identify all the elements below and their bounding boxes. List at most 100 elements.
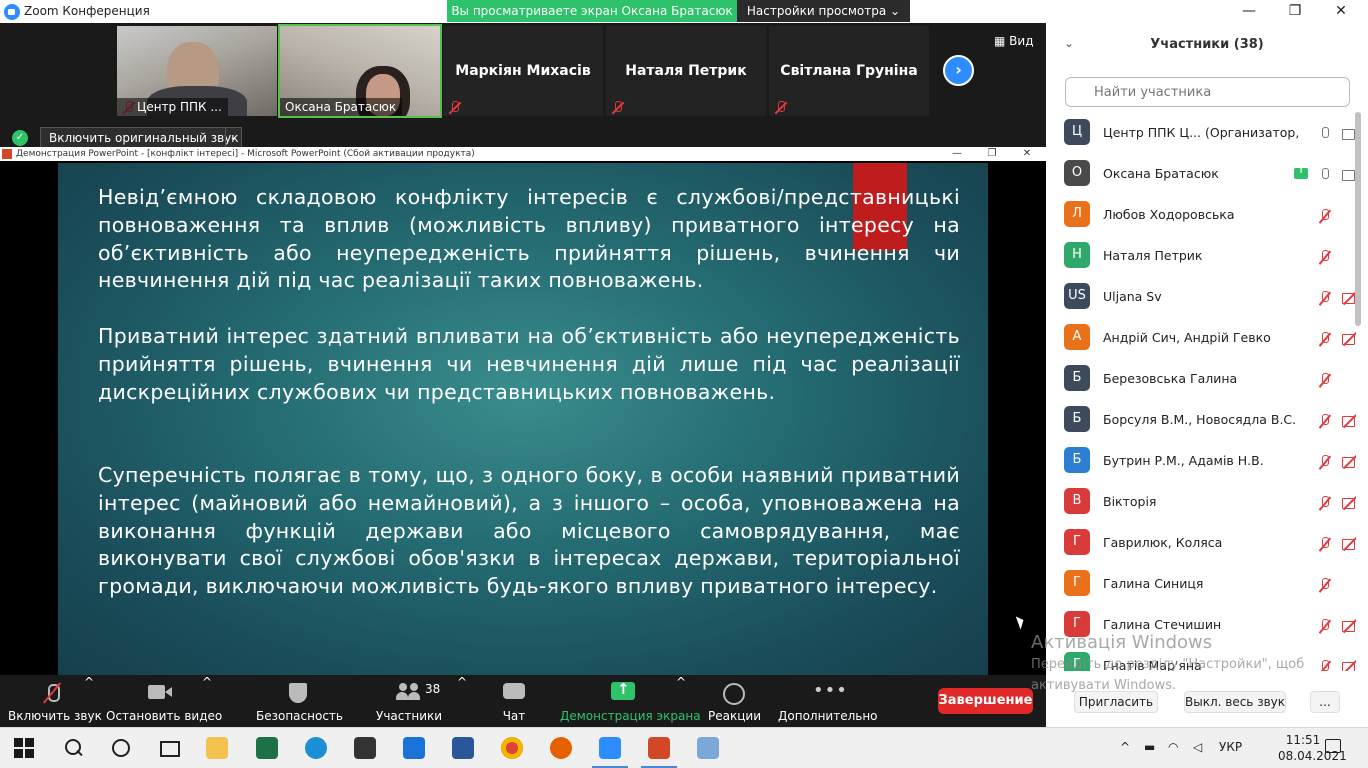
mail-icon[interactable] <box>403 737 425 759</box>
close-button[interactable]: ✕ <box>1318 0 1364 23</box>
tray-arrow-icon[interactable]: ^ <box>1120 740 1130 768</box>
paint-icon[interactable] <box>697 737 719 759</box>
mic-icon <box>1318 127 1332 141</box>
more-button[interactable]: ••• Дополнительно <box>778 675 878 727</box>
view-button[interactable]: ▦ Вид <box>994 34 1033 48</box>
watermark-line-2: активувати Windows. <box>1031 678 1177 693</box>
original-sound-button[interactable]: Включить оригинальный звук ⌄ <box>40 127 242 149</box>
window-title: Zoom Конференция <box>24 4 150 18</box>
tile-name: Світлана Груніна <box>780 63 918 79</box>
participant-row[interactable]: Ц Центр ППК Ц... (Организатор, я) <box>1046 115 1356 156</box>
avatar: В <box>1064 488 1090 514</box>
avatar: Г <box>1064 570 1090 596</box>
view-settings-button[interactable]: Настройки просмотра ⌄ <box>737 0 910 22</box>
powerpoint-title-bar: Демонстрация PowerPoint - [конфлікт інте… <box>0 147 1046 161</box>
participant-row[interactable]: Г Галина Синиця <box>1046 566 1356 607</box>
avatar: Б <box>1064 447 1090 473</box>
video-off-icon <box>1342 619 1356 633</box>
zoom-window: Zoom Конференция Вы просматриваете экран… <box>0 0 1368 768</box>
volume-icon[interactable]: ◁ <box>1193 740 1202 768</box>
edge-icon[interactable] <box>305 737 327 759</box>
powerpoint-taskbar-icon[interactable] <box>648 737 670 759</box>
avatar: Ц <box>1064 119 1090 145</box>
task-view-icon[interactable] <box>158 737 180 759</box>
muted-mic-icon <box>1318 455 1332 469</box>
language-indicator[interactable]: УКР <box>1219 740 1242 768</box>
screen-share-icon <box>1294 165 1308 179</box>
participant-row[interactable]: Г Гаврилюк, Коляса <box>1046 525 1356 566</box>
wifi-icon[interactable]: ◠ <box>1168 740 1178 768</box>
muted-mic-icon <box>1318 414 1332 428</box>
presentation-slide: Невід’ємною складовою конфлікту інтересі… <box>58 163 988 675</box>
participant-row[interactable]: Л Любов Ходоровська <box>1046 197 1356 238</box>
chat-button[interactable]: Чат <box>494 675 534 727</box>
ppt-close-button: ✕ <box>1022 148 1032 159</box>
avatar: А <box>1064 324 1090 350</box>
video-tile-markiian[interactable]: Маркіян Михасів <box>443 26 603 116</box>
video-camera-icon <box>1342 127 1356 141</box>
participant-name: Борсуля В.М., Новосядла В.С. <box>1103 412 1297 427</box>
word-icon[interactable] <box>452 737 474 759</box>
chevron-down-icon[interactable]: ⌄ <box>225 128 241 148</box>
battery-icon[interactable]: ▬ <box>1144 740 1155 768</box>
grid-icon: ▦ <box>994 34 1010 48</box>
muted-mic-icon <box>611 101 624 114</box>
share-screen-button[interactable]: Демонстрация экрана <box>560 675 701 727</box>
participants-options-caret[interactable]: ^ <box>457 675 467 727</box>
muted-mic-icon <box>1318 537 1332 551</box>
video-off-icon <box>1342 414 1356 428</box>
video-tile-natalia[interactable]: Наталя Петрик <box>606 26 766 116</box>
zoom-taskbar-icon[interactable] <box>599 737 621 759</box>
audio-options-caret[interactable]: ^ <box>84 675 94 727</box>
video-camera-icon <box>1342 168 1356 182</box>
video-options-caret[interactable]: ^ <box>202 675 212 727</box>
share-screen-label: Демонстрация экрана <box>560 709 701 723</box>
next-page-button[interactable]: › <box>943 55 974 86</box>
participant-row[interactable]: Б Березовська Галина <box>1046 361 1356 402</box>
cortana-icon[interactable] <box>110 737 132 759</box>
stop-video-button[interactable]: Остановить видео <box>106 675 223 727</box>
participant-search-input[interactable] <box>1065 77 1350 107</box>
participants-scrollbar[interactable] <box>1355 112 1361 326</box>
video-tile-oksana[interactable]: Оксана Братасюк <box>278 24 442 118</box>
participant-name: Центр ППК Ц... (Организатор, я) <box>1103 125 1303 140</box>
participants-count: 38 <box>425 682 441 696</box>
video-tile-center-ppk[interactable]: Центр ППК ... <box>117 26 277 116</box>
chrome-icon[interactable] <box>501 737 523 759</box>
reactions-button[interactable]: Реакции <box>708 675 761 727</box>
participant-name: Андрій Сич, Андрій Гевко <box>1103 330 1271 345</box>
participant-row[interactable]: О Оксана Братасюк <box>1046 156 1356 197</box>
store-icon[interactable] <box>354 737 376 759</box>
zoom-app-icon <box>4 4 20 20</box>
panel-title: Участники (38) <box>1150 37 1264 52</box>
participant-row[interactable]: Б Бутрин Р.М., Адамів Н.В. <box>1046 443 1356 484</box>
share-options-caret[interactable]: ^ <box>676 675 686 727</box>
end-meeting-button[interactable]: Завершение <box>938 688 1033 714</box>
system-clock[interactable]: 11:51 08.04.2021 <box>1278 732 1347 764</box>
video-off-icon <box>1342 660 1356 671</box>
unmute-button[interactable]: Включить звук <box>8 675 102 727</box>
maximize-button[interactable]: ❐ <box>1272 0 1318 23</box>
search-icon[interactable] <box>62 737 84 759</box>
participant-row[interactable]: А Андрій Сич, Андрій Гевко <box>1046 320 1356 361</box>
notification-icon[interactable] <box>1325 739 1341 753</box>
participant-row[interactable]: Н Наталя Петрик <box>1046 238 1356 279</box>
powerpoint-title: Демонстрация PowerPoint - [конфлікт інте… <box>16 149 475 159</box>
file-explorer-icon[interactable] <box>206 737 228 759</box>
stop-video-label: Остановить видео <box>106 709 223 723</box>
participant-name: Оксана Братасюк <box>1103 166 1219 181</box>
meeting-toolbar: Включить звук ^ Остановить видео ^ Безоп… <box>0 675 1046 727</box>
video-off-icon <box>1342 455 1356 469</box>
tile-name: Маркіян Михасів <box>455 63 591 79</box>
muted-mic-icon <box>1318 250 1332 264</box>
excel-icon[interactable] <box>256 737 278 759</box>
muted-mic-icon <box>1318 619 1332 633</box>
participant-row[interactable]: В Вікторія <box>1046 484 1356 525</box>
video-tile-svitlana[interactable]: Світлана Груніна <box>769 26 929 116</box>
minimize-button[interactable]: — <box>1226 0 1272 23</box>
participant-row[interactable]: Б Борсуля В.М., Новосядла В.С. <box>1046 402 1356 443</box>
participant-row[interactable]: US Uljana Sv <box>1046 279 1356 320</box>
windows-start-icon[interactable] <box>14 737 36 759</box>
security-button[interactable]: Безопасность <box>256 675 343 727</box>
firefox-icon[interactable] <box>550 737 572 759</box>
